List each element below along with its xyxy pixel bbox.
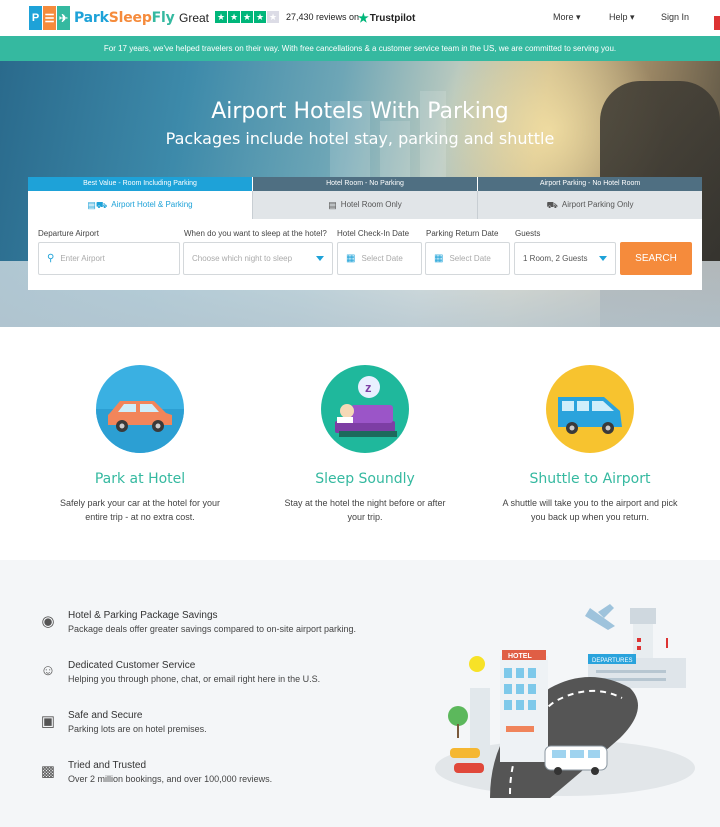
promo-bar: For 17 years, we've helped travelers on … [0, 36, 720, 61]
feature-title: Shuttle to Airport [529, 471, 651, 487]
guests-label: Guests [515, 229, 541, 238]
bed-logo-icon: ☰ [43, 6, 56, 30]
benefit-title: Tried and Trusted [68, 760, 147, 771]
car-icon [96, 365, 184, 453]
departure-airport-input[interactable]: ⚲ Enter Airport [38, 242, 180, 275]
bed-car-icon: ▤⛟ [87, 200, 108, 210]
car-icon: ⛟ [546, 200, 558, 210]
night-label: When do you want to sleep at the hotel? [184, 229, 327, 238]
star-empty-icon: ★ [267, 11, 279, 23]
departures-sign: DEPARTURES [592, 658, 632, 664]
bed-icon: ▤ [328, 200, 337, 210]
hero-subtitle: Packages include hotel stay, parking and… [165, 129, 555, 148]
tab-top-parking-only[interactable]: Airport Parking - No Hotel Room [477, 177, 702, 191]
feature-shuttle: Shuttle to Airport A shuttle will take y… [490, 327, 690, 524]
guests-select[interactable]: 1 Room, 2 Guests [514, 242, 616, 275]
headset-icon: ☺ [40, 662, 56, 679]
feature-text: A shuttle will take you to the airport a… [502, 498, 678, 522]
tab-header-row: Best Value - Room Including Parking Hote… [28, 177, 702, 191]
nav-help[interactable]: Help ▾ [609, 12, 635, 23]
caret-down-icon: ▾ [630, 12, 635, 22]
caret-down-icon: ▾ [576, 12, 581, 22]
site-header: P ☰ ✈ ParkSleepFly Great ★ ★ ★ ★ ★ 27,43… [0, 0, 720, 36]
return-label: Parking Return Date [426, 229, 499, 238]
feature-text: Safely park your car at the hotel for yo… [59, 498, 221, 522]
feature-title: Sleep Soundly [315, 471, 415, 487]
star-icon: ★ [215, 11, 227, 23]
lock-icon: ▣ [40, 713, 56, 730]
sleeping-icon: z [321, 365, 409, 453]
tab-hotel-parking[interactable]: ▤⛟ Airport Hotel & Parking [28, 191, 252, 219]
star-icon: ★ [241, 11, 253, 23]
feature-title: Park at Hotel [94, 471, 186, 487]
trustpilot-star-icon: ★ [358, 11, 369, 25]
benefit-title: Hotel & Parking Package Savings [68, 610, 218, 621]
feature-park: Park at Hotel Safely park your car at th… [40, 327, 240, 524]
tab-top-hotel-parking[interactable]: Best Value - Room Including Parking [28, 177, 252, 191]
booking-widget: Best Value - Room Including Parking Hote… [28, 177, 702, 290]
star-icon: ★ [254, 11, 266, 23]
rating-word: Great [179, 11, 210, 25]
calendar-icon: ▦ [346, 253, 356, 264]
trustpilot-stars: ★ ★ ★ ★ ★ [215, 11, 280, 23]
star-icon: ★ [228, 11, 240, 23]
night-select[interactable]: Choose which night to sleep [183, 242, 333, 275]
plane-logo-icon: ✈ [57, 6, 70, 30]
checkin-label: Hotel Check-In Date [337, 229, 410, 238]
hero-title: Airport Hotels With Parking [211, 99, 509, 124]
chevron-down-icon [316, 256, 324, 261]
tab-hotel-only[interactable]: ▤ Hotel Room Only [252, 191, 477, 219]
feature-text: Stay at the hotel the night before or af… [284, 498, 446, 522]
tab-parking-only[interactable]: ⛟ Airport Parking Only [477, 191, 702, 219]
chevron-down-icon [599, 256, 607, 261]
tab-top-hotel-only[interactable]: Hotel Room - No Parking [252, 177, 477, 191]
benefit-text: Parking lots are on hotel premises. [68, 724, 207, 734]
benefit-title: Dedicated Customer Service [68, 660, 196, 671]
parking-logo-icon: P [29, 6, 42, 30]
feedback-tab[interactable] [714, 16, 720, 30]
departure-label: Departure Airport [38, 229, 99, 238]
nav-more[interactable]: More ▾ [553, 12, 581, 23]
airport-illustration: DEPARTURES HOTEL [430, 598, 700, 798]
benefit-text: Helping you through phone, chat, or emai… [68, 674, 321, 684]
features-section: Park at Hotel Safely park your car at th… [0, 327, 720, 560]
checkin-date-input[interactable]: ▦ Select Date [337, 242, 422, 275]
benefit-title: Safe and Secure [68, 710, 143, 721]
calendar-icon: ▦ [434, 253, 444, 264]
logo[interactable]: P ☰ ✈ ParkSleepFly [29, 6, 175, 30]
tab-row: ▤⛟ Airport Hotel & Parking ▤ Hotel Room On… [28, 191, 702, 219]
logo-text: ParkSleepFly [74, 10, 175, 26]
piggy-bank-icon: ◉ [41, 613, 55, 630]
airport-hotel-scene: DEPARTURES HOTEL [435, 604, 695, 798]
review-count[interactable]: 27,430 reviews on [286, 12, 359, 22]
nav-sign-in[interactable]: Sign In [661, 12, 689, 22]
svg-text:z: z [365, 380, 372, 395]
hotel-sign: HOTEL [508, 653, 532, 660]
shuttle-van-icon [546, 365, 634, 453]
trustpilot-logo[interactable]: ★ Trustpilot [358, 11, 415, 25]
building-icon: ▩ [40, 763, 56, 780]
map-pin-icon: ⚲ [47, 253, 55, 264]
return-date-input[interactable]: ▦ Select Date [425, 242, 510, 275]
benefit-text: Over 2 million bookings, and over 100,00… [68, 774, 273, 784]
feature-sleep: z Sleep Soundly Stay at the hotel the ni… [265, 327, 465, 524]
search-button[interactable]: SEARCH [620, 242, 692, 275]
benefit-text: Package deals offer greater savings comp… [68, 624, 356, 634]
